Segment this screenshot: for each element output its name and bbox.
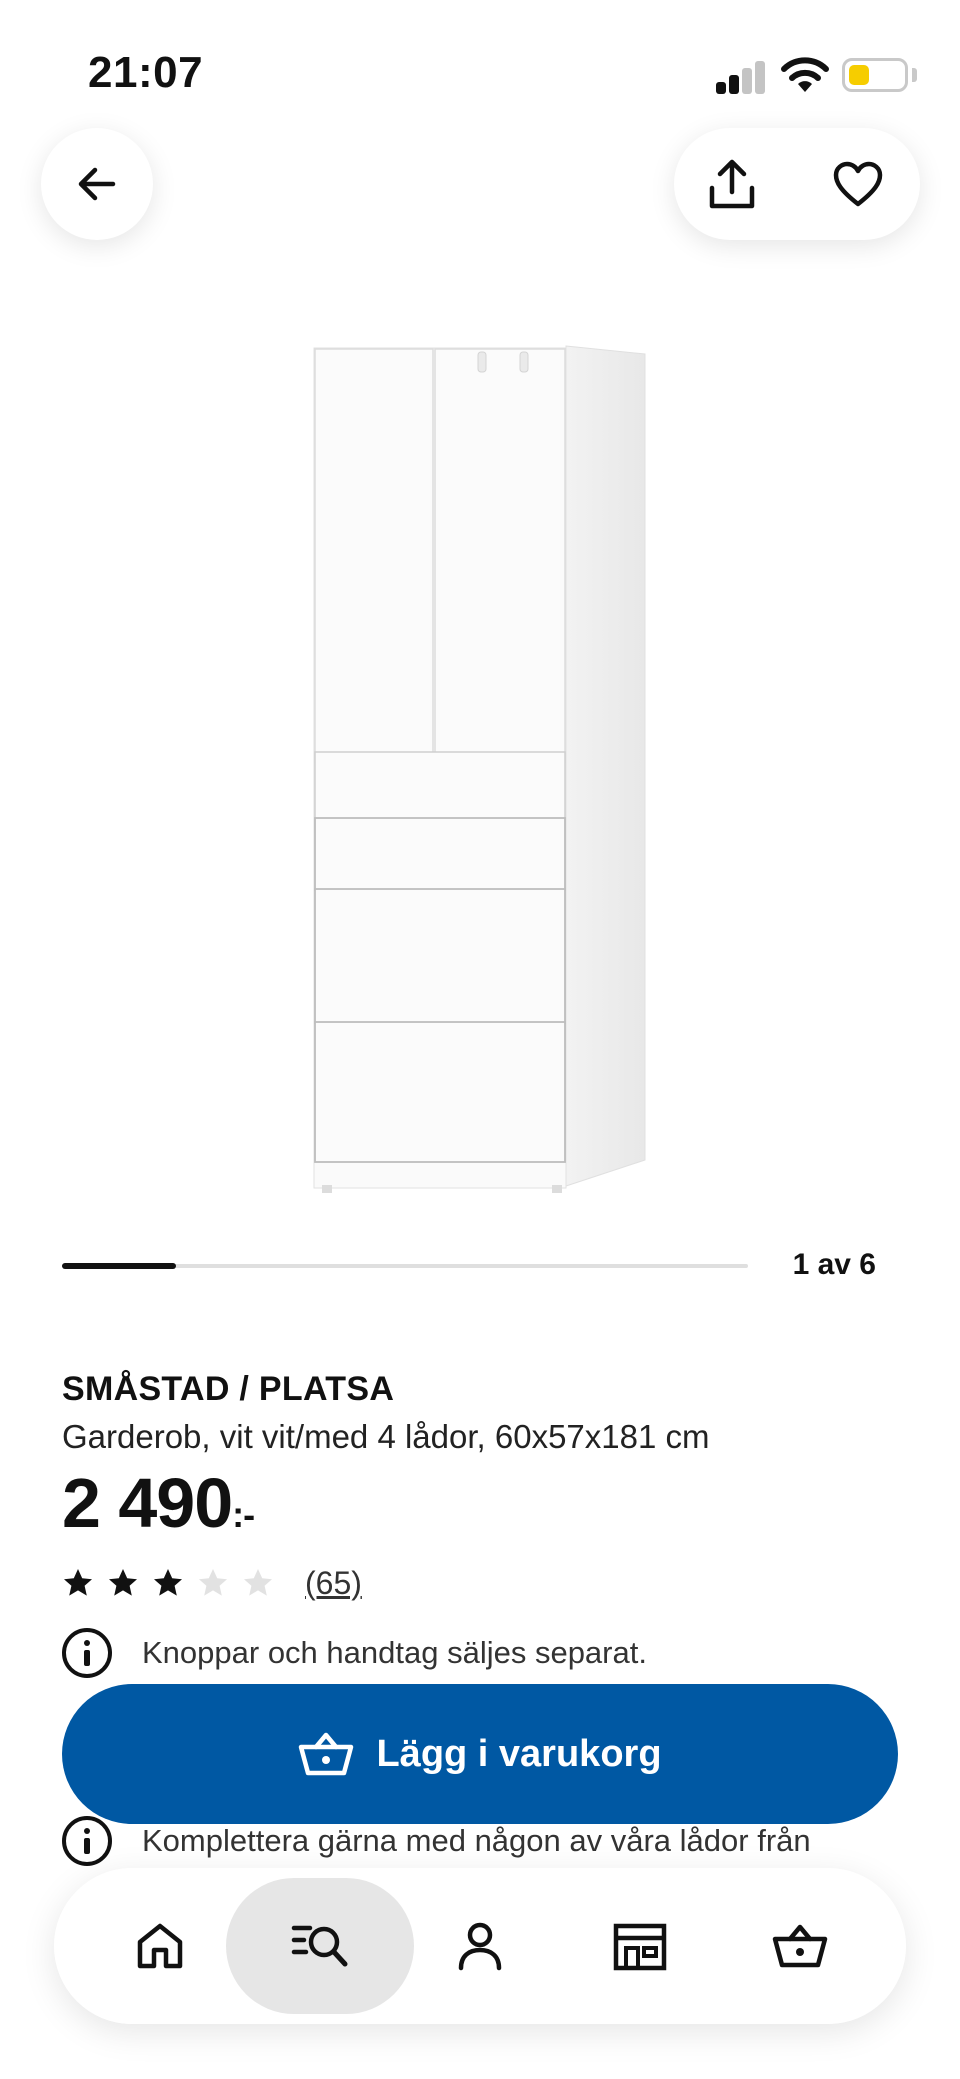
- star-filled-icon: [154, 1569, 182, 1596]
- status-bar: 21:07: [0, 0, 960, 130]
- carousel-progress-track: [62, 1263, 748, 1269]
- carousel-counter: 1 av 6: [792, 1248, 876, 1281]
- product-price: 2 490:-: [62, 1468, 255, 1538]
- nav-store[interactable]: [572, 1878, 708, 2014]
- battery-icon: [842, 58, 908, 92]
- nav-profile[interactable]: [412, 1878, 548, 2014]
- share-button[interactable]: [692, 144, 772, 224]
- review-count-link[interactable]: (65): [305, 1565, 362, 1602]
- star-filled-icon: [64, 1569, 92, 1596]
- share-icon: [709, 159, 755, 209]
- star-empty-icon: [199, 1569, 227, 1596]
- status-time: 21:07: [88, 48, 204, 97]
- notice-text: Knoppar och handtag säljes separat.: [142, 1635, 647, 1670]
- nav-search[interactable]: [226, 1878, 414, 2014]
- price-suffix: :-: [232, 1494, 255, 1535]
- cellular-signal-icon: [716, 60, 766, 94]
- price-value: 2 490: [62, 1464, 233, 1542]
- product-name: SMÅSTAD / PLATSA: [62, 1370, 395, 1408]
- favorite-button[interactable]: [818, 144, 898, 224]
- star-empty-icon: [244, 1569, 272, 1596]
- person-icon: [458, 1922, 502, 1971]
- info-icon: [62, 1628, 112, 1678]
- store-icon: [613, 1923, 667, 1971]
- basket-icon: [299, 1732, 354, 1776]
- info-icon: [62, 1816, 112, 1866]
- search-list-icon: [291, 1925, 348, 1967]
- product-description: Garderob, vit vit/med 4 lådor, 60x57x181…: [62, 1418, 710, 1455]
- nav-cart[interactable]: [732, 1878, 868, 2014]
- add-to-cart-button[interactable]: Lägg i varukorg: [62, 1684, 898, 1824]
- bottom-navigation: [54, 1868, 906, 2024]
- nav-home[interactable]: [92, 1878, 228, 2014]
- notice-knobs: Knoppar och handtag säljes separat.: [62, 1628, 647, 1678]
- product-image[interactable]: [300, 340, 660, 1200]
- rating-stars: [62, 1567, 287, 1599]
- battery-tip: [912, 68, 917, 82]
- star-filled-icon: [109, 1569, 137, 1596]
- heart-icon: [833, 161, 883, 207]
- rating[interactable]: (65): [62, 1562, 362, 1604]
- arrow-left-icon: [78, 167, 116, 201]
- basket-icon: [772, 1924, 828, 1968]
- notice-text: Komplettera gärna med någon av våra lådo…: [142, 1823, 811, 1858]
- carousel-progress-bar: [62, 1263, 176, 1269]
- add-to-cart-label: Lägg i varukorg: [376, 1732, 662, 1775]
- top-actions: [674, 128, 920, 240]
- home-icon: [137, 1923, 183, 1969]
- back-button[interactable]: [41, 128, 153, 240]
- wifi-icon: [781, 57, 829, 92]
- battery-level: [849, 65, 869, 85]
